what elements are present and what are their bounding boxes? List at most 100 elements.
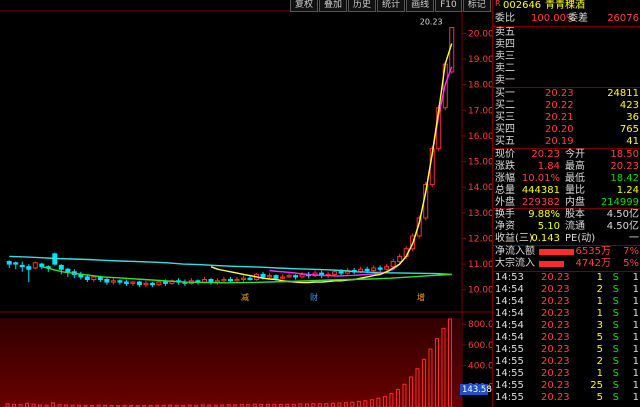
flow-bar <box>539 249 574 255</box>
flow-value: 4742万 <box>575 258 611 269</box>
tick-direction: S <box>612 308 619 319</box>
quote-label: 今开 <box>565 149 585 160</box>
tick-count: 1 <box>632 392 639 403</box>
tick-row: 14:54 20.23 2 S 1 <box>493 284 640 296</box>
candle-body <box>214 280 220 283</box>
tick-volume: 5 <box>596 344 603 355</box>
sell-level-row[interactable]: 卖二 <box>493 63 640 75</box>
buy-level-price: 20.21 <box>545 112 574 123</box>
tick-volume: 5 <box>596 392 603 403</box>
buy-level-row[interactable]: 买四 20.20 765 <box>493 124 640 136</box>
tick-direction: S <box>612 320 619 331</box>
tick-price: 20.23 <box>541 272 570 283</box>
order-ratio-row: 委比 100.00% 委差 26076 <box>493 13 640 25</box>
tick-price: 20.23 <box>541 356 570 367</box>
toolbar-button[interactable]: 复权 <box>290 0 319 12</box>
tick-price: 20.23 <box>541 368 570 379</box>
buy-level-row[interactable]: 买三 20.21 36 <box>493 112 640 124</box>
info-value: 9.88% <box>528 209 560 220</box>
quote-label: 量比 <box>565 185 585 196</box>
sell-level-row[interactable]: 卖五 <box>493 27 640 39</box>
tick-price: 20.23 <box>541 380 570 391</box>
candle-body <box>299 273 305 278</box>
buy-level-label: 买一 <box>495 88 515 99</box>
buy-level-volume: 36 <box>626 112 639 123</box>
price-tick-label: 17.00 <box>468 106 492 116</box>
candle-body <box>19 264 25 268</box>
quote-label: 总量 <box>495 185 515 196</box>
sell-level-label: 卖四 <box>495 39 515 50</box>
buy-level-row[interactable]: 买五 20.19 41 <box>493 136 640 148</box>
volume-tick-label: 800.0 <box>468 320 492 330</box>
quote-value: 1.84 <box>537 161 560 172</box>
candle-body <box>110 280 116 283</box>
quote-row: 涨跌 1.84 最高 20.23 <box>493 161 640 173</box>
tick-count: 1 <box>632 308 639 319</box>
buy-level-price: 20.22 <box>545 100 574 111</box>
buy-level-volume: 41 <box>626 136 639 147</box>
flow-row: 大宗流入 4742万 5% <box>493 258 640 270</box>
sell-level-row[interactable]: 卖一 <box>493 75 640 87</box>
flow-row: 净流入额 6535万 7% <box>493 246 640 258</box>
flow-pct: 7% <box>623 246 639 257</box>
tick-row: 14:53 20.23 1 S 1 <box>493 272 640 284</box>
candle-body <box>260 273 266 278</box>
candle-body <box>156 281 162 286</box>
info-row: 收益(三) 0.143 PE(动) 一 <box>493 233 640 245</box>
quote-row: 总量 444381 量比 1.24 <box>493 185 640 197</box>
tick-row: 14:54 20.23 1 S 1 <box>493 296 640 308</box>
buy-level-row[interactable]: 买二 20.22 423 <box>493 100 640 112</box>
buy-level-row[interactable]: 买一 20.23 24811 <box>493 88 640 100</box>
info-value: 一 <box>629 233 639 244</box>
info-row: 净资 5.10 流通 4.50亿 <box>493 221 640 233</box>
tick-row: 14:55 20.23 1 S 1 <box>493 368 640 380</box>
info-value: 0.143 <box>531 233 560 244</box>
tick-row: 14:55 20.23 5 S 1 <box>493 344 640 356</box>
toolbar-button[interactable]: F10 <box>435 0 462 12</box>
price-tick-label: 16.00 <box>468 132 492 142</box>
tick-row: 14:55 20.23 2 S 1 <box>493 356 640 368</box>
flow-value: 6535万 <box>575 246 611 257</box>
toolbar-button[interactable]: 叠加 <box>319 0 348 12</box>
info-label: 股本 <box>565 209 585 220</box>
quote-label: 涨跌 <box>495 161 515 172</box>
buy-level-volume: 24811 <box>607 88 639 99</box>
toolbar-button[interactable]: 历史 <box>348 0 377 12</box>
tick-row: 14:54 20.23 5 S 1 <box>493 332 640 344</box>
candle-body <box>286 275 292 278</box>
buy-level-label: 买二 <box>495 100 515 111</box>
tick-count: 1 <box>632 296 639 307</box>
tick-volume: 25 <box>590 380 603 391</box>
toolbar-button[interactable]: 统计 <box>377 0 406 12</box>
sell-level-label: 卖二 <box>495 63 515 74</box>
kline-chart[interactable]: 20.00 19.00 18.00 17.00 16.00 15.00 14.00 13.00… <box>0 0 492 407</box>
tick-time: 14:54 <box>495 320 524 331</box>
toolbar-button[interactable]: 标记 <box>462 0 491 12</box>
price-tick-label: 10.00 <box>468 286 492 296</box>
quote-value: 10.01% <box>521 173 560 184</box>
candle-body <box>84 276 90 280</box>
buy-level-volume: 423 <box>619 100 639 111</box>
candle-body <box>91 276 97 280</box>
tick-price: 20.23 <box>541 344 570 355</box>
info-value: 5.10 <box>537 221 560 232</box>
tick-time: 14:55 <box>495 392 524 403</box>
sell-level-row[interactable]: 卖三 <box>493 51 640 63</box>
tick-direction: S <box>612 332 619 343</box>
tick-volume: 5 <box>596 332 603 343</box>
candle-body <box>221 278 227 282</box>
flow-label: 大宗流入 <box>495 258 535 269</box>
candle-body <box>280 276 286 279</box>
toolbar-button[interactable]: 画线 <box>406 0 435 12</box>
sell-level-label: 卖三 <box>495 51 515 62</box>
quote-value: 20.23 <box>531 149 560 160</box>
market-flag-icon: R <box>495 0 501 8</box>
tick-count: 1 <box>632 332 639 343</box>
candle-body <box>390 261 396 268</box>
candle-body <box>136 281 142 286</box>
sell-level-label: 卖一 <box>495 75 515 86</box>
tick-count: 1 <box>632 356 639 367</box>
info-value: 4.50亿 <box>606 209 639 220</box>
sell-level-row[interactable]: 卖四 <box>493 39 640 51</box>
info-label: 流通 <box>565 221 585 232</box>
